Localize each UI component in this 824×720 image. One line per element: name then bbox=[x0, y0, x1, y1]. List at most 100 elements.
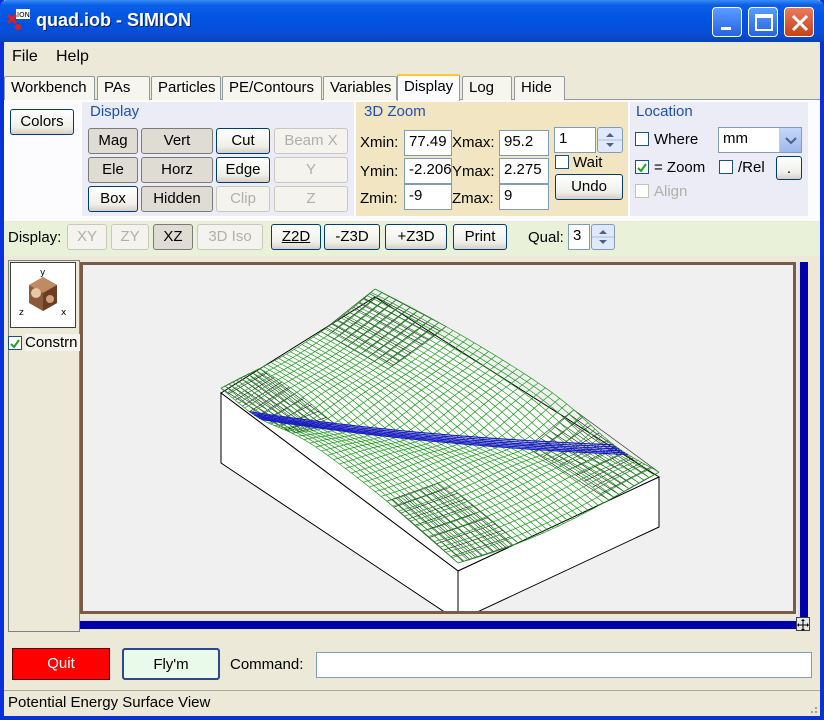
view-xz-button[interactable]: XZ bbox=[153, 224, 193, 250]
app-icon-badge: ION bbox=[17, 11, 30, 19]
title-bar[interactable]: ION quad.iob - SIMION bbox=[0, 0, 824, 42]
vert-button[interactable]: Vert bbox=[141, 128, 213, 154]
orientation-cube[interactable]: y z x bbox=[10, 262, 76, 328]
resize-grip-icon[interactable] bbox=[806, 702, 818, 714]
view-3d-iso-button[interactable]: 3D Iso bbox=[197, 224, 263, 250]
constrain-checkbox[interactable] bbox=[8, 336, 22, 350]
tab-hide[interactable]: Hide bbox=[514, 76, 565, 100]
display-group-title: Display bbox=[90, 103, 140, 120]
tab-pas[interactable]: PAs bbox=[97, 76, 150, 100]
unit-select[interactable]: mm bbox=[718, 127, 802, 153]
print-button[interactable]: Print bbox=[453, 224, 507, 250]
tab-pe-contours[interactable]: PE/Contours bbox=[222, 76, 322, 100]
qual-label: Qual: bbox=[528, 229, 564, 246]
checkmark-icon bbox=[10, 339, 20, 349]
zmin-field[interactable]: -9 bbox=[404, 184, 452, 210]
status-text: Potential Energy Surface View bbox=[8, 694, 211, 711]
zoom-step-field[interactable]: 1 bbox=[554, 127, 596, 153]
tab-display[interactable]: Display bbox=[397, 74, 460, 101]
location-dot-button[interactable]: . bbox=[776, 156, 802, 180]
vertical-scrollbar[interactable] bbox=[798, 262, 808, 618]
align-checkbox[interactable] bbox=[635, 184, 649, 198]
cut-button[interactable]: Cut bbox=[216, 128, 270, 154]
tab-log[interactable]: Log bbox=[462, 76, 512, 100]
unit-value: mm bbox=[723, 130, 748, 147]
maximize-icon bbox=[755, 14, 773, 31]
undo-button[interactable]: Undo bbox=[555, 174, 623, 200]
location-group-title: Location bbox=[636, 103, 693, 120]
constrain-label: Constrn bbox=[25, 334, 84, 351]
flym-button[interactable]: Fly'm bbox=[122, 648, 220, 680]
view-zy-button[interactable]: ZY bbox=[111, 224, 149, 250]
ymax-label: Ymax: bbox=[452, 163, 495, 180]
colors-button[interactable]: Colors bbox=[10, 109, 74, 135]
wait-checkbox[interactable] bbox=[555, 155, 569, 169]
xmin-field[interactable]: 77.49 bbox=[404, 130, 452, 156]
status-bar: Potential Energy Surface View bbox=[4, 690, 820, 716]
beam-z-button[interactable]: Z bbox=[274, 186, 348, 212]
view-xy-button[interactable]: XY bbox=[67, 224, 107, 250]
pa-view-canvas[interactable] bbox=[80, 262, 796, 622]
zmax-field[interactable]: 9 bbox=[499, 184, 549, 210]
where-label: Where bbox=[654, 131, 699, 148]
spinner-arrows-icon bbox=[598, 133, 622, 147]
ymax-field[interactable]: 2.275 bbox=[499, 158, 549, 184]
where-checkbox[interactable] bbox=[635, 132, 649, 146]
tab-variables[interactable]: Variables bbox=[323, 76, 397, 100]
xmin-label: Xmin: bbox=[360, 134, 399, 151]
zoom-step-spinner[interactable] bbox=[597, 127, 623, 153]
window-title: quad.iob - SIMION bbox=[36, 10, 191, 30]
xmax-field[interactable]: 95.2 bbox=[499, 130, 549, 156]
edge-button[interactable]: Edge bbox=[216, 157, 270, 183]
hidden-button[interactable]: Hidden bbox=[141, 186, 213, 212]
checkmark-icon bbox=[637, 163, 647, 173]
potential-energy-surface bbox=[220, 288, 661, 622]
horz-button[interactable]: Horz bbox=[141, 157, 213, 183]
beam-y-button[interactable]: Y bbox=[274, 157, 348, 183]
rel-label: /Rel bbox=[738, 159, 765, 176]
mag-button[interactable]: Mag bbox=[88, 128, 138, 154]
maximize-button[interactable] bbox=[748, 7, 778, 37]
plus-z3d-button[interactable]: +Z3D bbox=[385, 224, 447, 250]
tab-particles[interactable]: Particles bbox=[151, 76, 221, 100]
tab-workbench[interactable]: Workbench bbox=[4, 76, 95, 100]
minus-z3d-button[interactable]: -Z3D bbox=[324, 224, 380, 250]
ymin-label: Ymin: bbox=[360, 163, 399, 180]
minimize-button[interactable] bbox=[712, 7, 742, 37]
orientation-cube-icon: y z x bbox=[19, 268, 67, 318]
ymin-field[interactable]: -2.206 bbox=[404, 158, 452, 184]
command-label: Command: bbox=[230, 656, 304, 673]
rel-checkbox[interactable] bbox=[719, 160, 733, 174]
zoom-label: = Zoom bbox=[654, 159, 706, 176]
spinner-arrows-icon bbox=[592, 230, 614, 244]
unit-dropdown-arrow[interactable] bbox=[779, 128, 801, 152]
menu-file[interactable]: File bbox=[12, 48, 38, 66]
box-button[interactable]: Box bbox=[88, 186, 138, 212]
horizontal-scrollbar[interactable] bbox=[80, 619, 796, 629]
qual-field[interactable]: 3 bbox=[568, 224, 590, 250]
ele-button[interactable]: Ele bbox=[88, 157, 138, 183]
display-row-label: Display: bbox=[8, 229, 62, 246]
axis-label-y: y bbox=[40, 268, 46, 278]
zmin-label: Zmin: bbox=[360, 190, 398, 207]
beam-x-button[interactable]: Beam X bbox=[274, 128, 348, 154]
simion-app-icon[interactable]: ION bbox=[6, 9, 30, 33]
close-icon bbox=[791, 14, 809, 32]
zmax-label: Zmax: bbox=[452, 190, 494, 207]
menu-bar: File Help bbox=[4, 42, 820, 72]
close-button[interactable] bbox=[784, 7, 814, 37]
clip-button[interactable]: Clip bbox=[216, 186, 270, 212]
chevron-down-icon bbox=[785, 137, 797, 145]
axis-label-z: z bbox=[19, 308, 24, 318]
menu-help[interactable]: Help bbox=[56, 48, 89, 66]
xmax-label: Xmax: bbox=[452, 134, 495, 151]
qual-spinner[interactable] bbox=[591, 224, 615, 250]
z2d-button[interactable]: Z2D bbox=[271, 224, 321, 250]
zoom-checkbox[interactable] bbox=[635, 160, 649, 174]
zoom3d-group-title: 3D Zoom bbox=[364, 103, 426, 120]
wait-label: Wait bbox=[573, 154, 603, 171]
quit-button[interactable]: Quit bbox=[12, 648, 110, 680]
scroll-corner-move-icon[interactable] bbox=[796, 617, 810, 631]
align-label: Align bbox=[654, 183, 688, 200]
command-input[interactable] bbox=[316, 652, 812, 678]
